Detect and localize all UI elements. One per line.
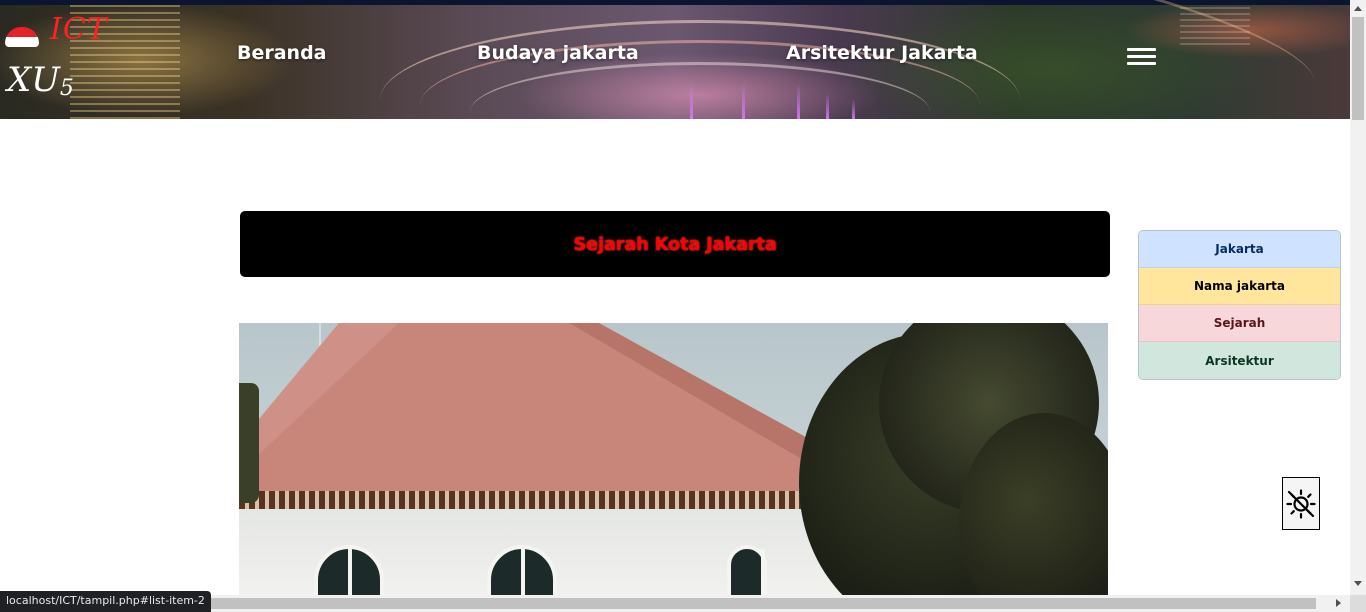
roof-eave — [239, 491, 859, 509]
tree — [239, 383, 259, 503]
scroll-down-arrow-icon[interactable] — [1354, 581, 1362, 586]
vertical-scrollbar[interactable] — [1350, 0, 1366, 612]
fountain — [797, 83, 800, 119]
logo-ict-text[interactable]: ICT — [50, 12, 108, 47]
sun-off-icon — [1286, 488, 1316, 519]
hamburger-icon[interactable] — [1127, 48, 1157, 68]
sidebar-item-sejarah[interactable]: Sejarah — [1139, 305, 1340, 342]
sidebar-item-nama-jakarta[interactable]: Nama jakarta — [1139, 268, 1340, 305]
nav-link-arsitektur[interactable]: Arsitektur Jakarta — [786, 42, 978, 64]
page-title-card: Sejarah Kota Jakarta — [240, 211, 1110, 277]
building-photo — [239, 323, 1108, 595]
theme-toggle-button[interactable] — [1282, 477, 1320, 530]
sidebar-item-arsitektur[interactable]: Arsitektur — [1139, 342, 1340, 379]
status-bar-url: localhost/ICT/tampil.php#list-item-2 — [0, 591, 211, 612]
page-title: Sejarah Kota Jakarta — [573, 233, 777, 255]
vertical-scroll-thumb[interactable] — [1352, 17, 1364, 120]
arched-window — [727, 545, 767, 595]
flag-logo-icon — [5, 27, 39, 47]
logo-sub-text: 5 — [59, 76, 74, 101]
fountain — [852, 99, 855, 119]
header-banner: ICT XU5 Beranda Budaya jakarta Arsitektu… — [0, 0, 1350, 119]
nav-link-beranda[interactable]: Beranda — [237, 42, 327, 64]
sidebar-item-jakarta[interactable]: Jakarta — [1139, 231, 1340, 268]
scrollbar-corner — [1350, 595, 1366, 612]
sidebar-list: Jakarta Nama jakarta Sejarah Arsitektur — [1138, 230, 1341, 380]
scroll-right-arrow-icon[interactable] — [1336, 599, 1341, 607]
nav-link-budaya[interactable]: Budaya jakarta — [477, 42, 639, 64]
logo-xu5-text[interactable]: XU5 — [7, 60, 74, 101]
fountain — [690, 83, 693, 119]
horizontal-scroll-thumb[interactable] — [17, 598, 1316, 609]
fountain — [826, 93, 829, 119]
fountain — [742, 83, 745, 119]
logo-xu-text: XU — [7, 60, 60, 100]
scroll-up-arrow-icon[interactable] — [1354, 6, 1362, 11]
